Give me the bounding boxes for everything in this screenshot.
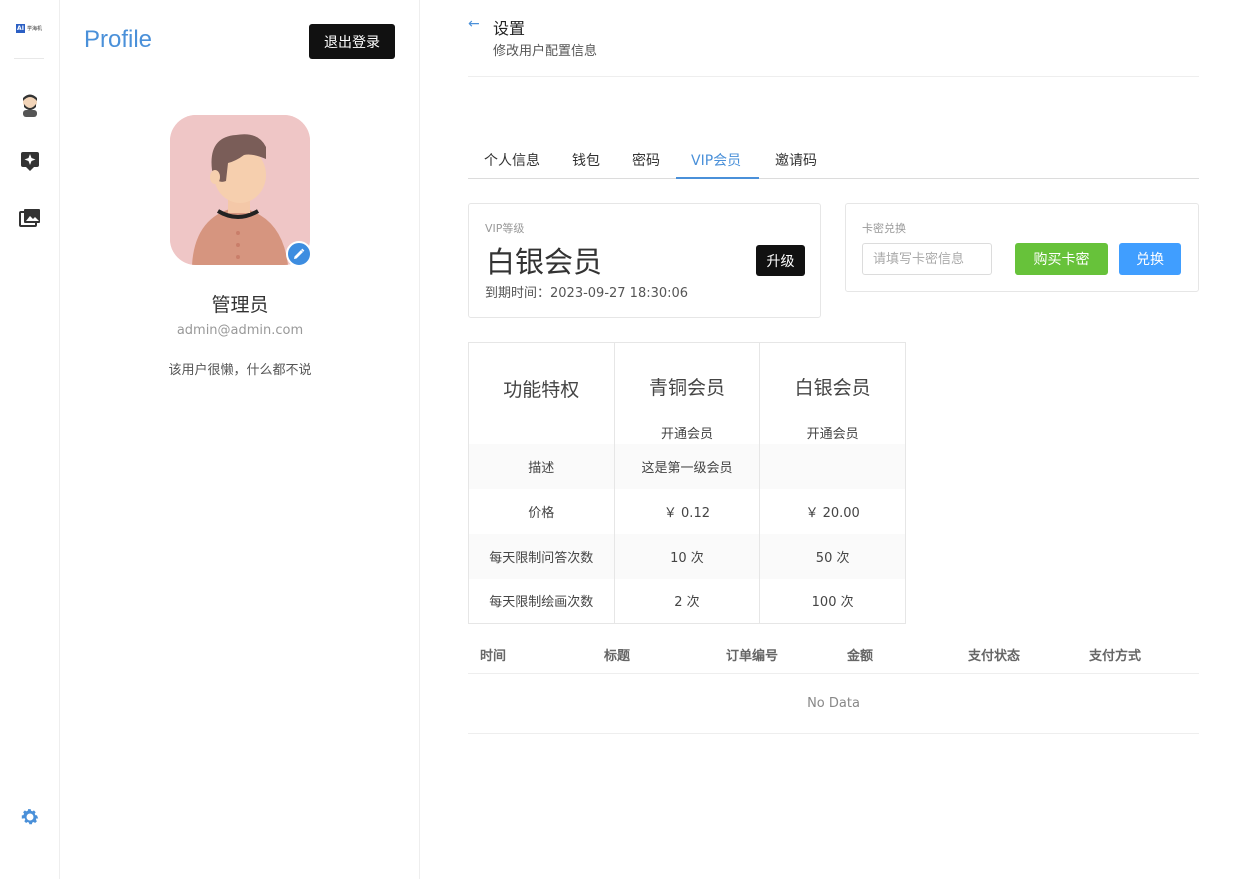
- tab-invite-code[interactable]: 邀请码: [775, 150, 817, 170]
- user-email: admin@admin.com: [176, 323, 304, 338]
- feature-header: 功能特权: [468, 342, 615, 444]
- buy-card-button[interactable]: 购买卡密: [1015, 243, 1108, 275]
- app-logo[interactable]: AI 学海机: [16, 22, 44, 34]
- orders-table: 时间 标题 订单编号 金额 支付状态 支付方式 No Data: [468, 633, 1199, 734]
- column-header-order-no: 订单编号: [726, 649, 779, 664]
- gear-icon[interactable]: [18, 805, 42, 829]
- column-header-title: 标题: [604, 649, 631, 664]
- logout-button[interactable]: 退出登录: [309, 24, 395, 59]
- vip-level-value: 白银会员: [486, 245, 603, 279]
- settings-main: ← 设置 修改用户配置信息 个人信息 钱包 密码 VIP会员 邀请码 VIP等级…: [468, 0, 1199, 879]
- table-cell: 50 次: [759, 533, 906, 579]
- table-row: 描述 这是第一级会员: [468, 443, 906, 489]
- row-label: 每天限制问答次数: [468, 533, 615, 579]
- tab-password[interactable]: 密码: [632, 150, 660, 170]
- table-row: 每天限制绘画次数 2 次 100 次: [468, 578, 906, 624]
- edit-avatar-icon[interactable]: [286, 241, 312, 267]
- profile-panel: Profile 退出登录 管理员 admin@admin.com 该用户很懒，什…: [60, 0, 420, 879]
- vip-level-card: VIP等级 白银会员 到期时间：2023-09-27 18:30:06 升级: [468, 203, 821, 318]
- card-code-input[interactable]: [862, 243, 992, 275]
- logo-mark: AI: [16, 23, 25, 33]
- back-arrow-icon[interactable]: ←: [468, 16, 480, 32]
- orders-empty-state: No Data: [468, 674, 1199, 734]
- orders-header: 时间 标题 订单编号 金额 支付状态 支付方式: [468, 633, 1199, 674]
- column-header-pay-method: 支付方式: [1089, 649, 1142, 664]
- user-bio: 该用户很懒，什么都不说: [168, 363, 312, 378]
- table-row: 价格 ￥ 0.12 ￥ 20.00: [468, 488, 906, 534]
- user-avatar-icon[interactable]: [18, 93, 42, 117]
- icon-rail: AI 学海机: [0, 0, 60, 879]
- row-label: 描述: [468, 443, 615, 489]
- upgrade-button[interactable]: 升级: [756, 245, 805, 276]
- vip-expire-time: 到期时间：2023-09-27 18:30:06: [485, 286, 689, 301]
- open-membership-link[interactable]: 开通会员: [615, 423, 760, 442]
- table-cell: 2 次: [613, 578, 761, 624]
- profile-title: Profile: [84, 26, 153, 53]
- column-header-pay-status: 支付状态: [968, 649, 1021, 664]
- exchange-button[interactable]: 兑换: [1119, 243, 1181, 275]
- table-cell: [759, 443, 906, 489]
- avatar-image: [170, 115, 310, 265]
- row-label: 价格: [468, 488, 615, 534]
- tier-column: 青铜会员 开通会员: [613, 342, 761, 444]
- tier-name: 白银会员: [794, 377, 871, 399]
- tier-column: 白银会员 开通会员: [759, 342, 906, 444]
- vip-comparison-table: 功能特权 青铜会员 开通会员 白银会员 开通会员 描述 这是第一级会员 价格 ￥…: [468, 342, 906, 624]
- rail-divider: [14, 58, 44, 59]
- table-row: 每天限制问答次数 10 次 50 次: [468, 533, 906, 579]
- settings-header: ← 设置 修改用户配置信息: [468, 14, 1199, 77]
- tier-name: 青铜会员: [648, 377, 725, 399]
- table-cell: 10 次: [613, 533, 761, 579]
- page-subtitle: 修改用户配置信息: [493, 44, 598, 59]
- table-cell: ￥ 0.12: [613, 488, 761, 534]
- redeem-label: 卡密兑换: [862, 222, 906, 235]
- table-cell: 100 次: [759, 578, 906, 624]
- tab-personal-info[interactable]: 个人信息: [484, 150, 540, 170]
- card-redeem-card: 卡密兑换 购买卡密 兑换: [845, 203, 1199, 292]
- column-header-amount: 金额: [847, 649, 874, 664]
- table-cell: 这是第一级会员: [613, 443, 761, 489]
- logo-text: 学海机: [27, 25, 43, 32]
- vip-level-label: VIP等级: [485, 222, 525, 235]
- table-cell: ￥ 20.00: [759, 488, 906, 534]
- row-label: 每天限制绘画次数: [468, 578, 615, 624]
- sparkle-chat-icon[interactable]: [18, 149, 42, 173]
- settings-tabs: 个人信息 钱包 密码 VIP会员 邀请码: [468, 140, 1199, 179]
- page-title: 设置: [493, 19, 526, 38]
- column-header-time: 时间: [480, 649, 507, 664]
- open-membership-link[interactable]: 开通会员: [760, 423, 905, 442]
- tab-wallet[interactable]: 钱包: [572, 150, 600, 170]
- gallery-icon[interactable]: [18, 206, 42, 230]
- user-name: 管理员: [211, 294, 269, 316]
- tab-vip[interactable]: VIP会员: [691, 150, 741, 170]
- table-header-row: 功能特权 青铜会员 开通会员 白银会员 开通会员: [468, 342, 906, 444]
- active-tab-indicator: [676, 177, 759, 179]
- profile-avatar[interactable]: [170, 115, 312, 267]
